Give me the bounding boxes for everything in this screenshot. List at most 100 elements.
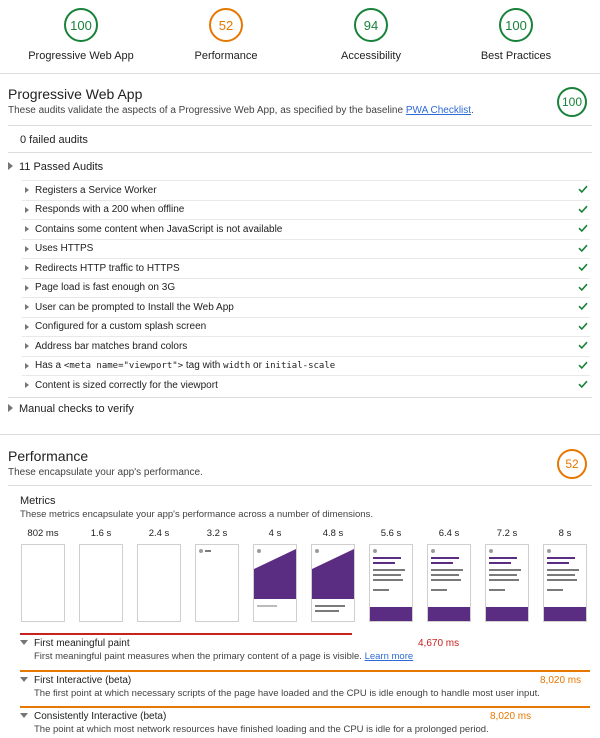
text-placeholder: [205, 550, 211, 552]
frame-timestamp: 6.4 s: [438, 528, 460, 539]
metric-bar: [20, 633, 352, 635]
section-description: These audits validate the aspects of a P…: [8, 105, 592, 116]
pwa-checklist-link[interactable]: PWA Checklist: [406, 105, 471, 116]
score-gauge-best-practices[interactable]: 100 Best Practices: [446, 8, 586, 62]
gauge-circle: 100: [499, 8, 533, 42]
audit-title: User can be prompted to Install the Web …: [35, 301, 234, 313]
audit-row[interactable]: Has a <meta name="viewport"> tag with wi…: [22, 355, 590, 376]
frame-timestamp: 5.6 s: [380, 528, 402, 539]
frame-thumbnail: [79, 544, 123, 622]
frame-thumbnail: [137, 544, 181, 622]
audit-row[interactable]: Address bar matches brand colors: [22, 336, 590, 356]
metric-description: The first point at which necessary scrip…: [34, 688, 540, 699]
pass-check-icon: [578, 205, 588, 213]
metric-name-text: First Interactive (beta): [34, 675, 132, 686]
filmstrip: 802 ms 1.6 s 2.4 s 3.2 s 4 s 4.8 s 5.6 s…: [20, 528, 587, 622]
text-placeholder: [547, 557, 575, 559]
filmstrip-frame: 5.6 s: [368, 528, 414, 622]
audit-row[interactable]: Contains some content when JavaScript is…: [22, 219, 590, 239]
expand-arrow-icon: [25, 265, 29, 272]
manual-checks-toggle[interactable]: Manual checks to verify: [8, 403, 592, 415]
audit-row[interactable]: Registers a Service Worker: [22, 180, 590, 200]
divider: [8, 125, 592, 126]
frame-timestamp: 8 s: [558, 528, 572, 539]
text-placeholder: [373, 569, 405, 571]
collapse-arrow-icon: [20, 640, 28, 645]
text-placeholder: [431, 562, 453, 564]
audit-title: Address bar matches brand colors: [35, 340, 188, 352]
text-placeholder: [373, 562, 395, 564]
text-placeholder: [489, 589, 505, 591]
favicon-placeholder: [547, 549, 551, 553]
metric-first-meaningful-paint[interactable]: First meaningful paint 4,670 ms First me…: [20, 633, 590, 669]
passed-audits-label: 11 Passed Audits: [19, 161, 104, 173]
expand-arrow-icon: [25, 382, 29, 389]
frame-thumbnail: [195, 544, 239, 622]
pass-check-icon: [578, 341, 588, 350]
description-end: .: [471, 105, 474, 116]
text-placeholder: [373, 589, 389, 591]
score-gauge-accessibility[interactable]: 94 Accessibility: [301, 8, 441, 62]
audit-row[interactable]: Responds with a 200 when offline: [22, 199, 590, 220]
performance-score-gauge: 52: [557, 449, 587, 479]
expand-arrow-icon: [25, 304, 29, 311]
expand-arrow-icon: [25, 343, 29, 350]
text-placeholder: [489, 574, 517, 576]
score-gauge-performance[interactable]: 52 Performance: [156, 8, 296, 62]
audit-row[interactable]: Page load is fast enough on 3G: [22, 277, 590, 298]
hero-graphic: [544, 607, 586, 621]
filmstrip-frame: 4.8 s: [310, 528, 356, 622]
audit-text: Has a: [35, 360, 62, 372]
frame-timestamp: 7.2 s: [496, 528, 518, 539]
frame-thumbnail: [21, 544, 65, 622]
expand-arrow-icon: [25, 226, 29, 233]
metric-description: First meaningful paint measures when the…: [34, 651, 413, 662]
hero-graphic: [312, 569, 354, 599]
section-title: Performance: [8, 448, 89, 464]
filmstrip-frame: 6.4 s: [426, 528, 472, 622]
audit-title: Page load is fast enough on 3G: [35, 282, 176, 294]
passed-audits-toggle[interactable]: 11 Passed Audits: [8, 161, 592, 173]
pass-check-icon: [578, 185, 588, 194]
pass-check-icon: [578, 263, 588, 272]
audit-row[interactable]: User can be prompted to Install the Web …: [22, 297, 590, 317]
section-divider: [0, 434, 600, 435]
passed-audits-list: Registers a Service Worker Responds with…: [22, 180, 590, 395]
failed-audits-label: 0 failed audits: [20, 134, 88, 146]
audit-row[interactable]: Redirects HTTP traffic to HTTPS: [22, 258, 590, 278]
metric-value: 8,020 ms: [540, 675, 582, 686]
audit-title: Content is sized correctly for the viewp…: [35, 379, 218, 391]
audit-title: Has a <meta name="viewport"> tag with wi…: [35, 360, 335, 371]
audit-row[interactable]: Uses HTTPS: [22, 238, 590, 259]
performance-section-header: Performance These encapsulate your app's…: [8, 448, 592, 478]
audit-text: or: [253, 360, 262, 372]
metrics-description: These metrics encapsulate your app's per…: [20, 509, 373, 520]
metric-name: Consistently Interactive (beta): [20, 711, 166, 722]
metric-name: First Interactive (beta): [20, 675, 131, 686]
pass-check-icon: [578, 244, 588, 252]
code-snippet: initial-scale: [264, 361, 336, 372]
audit-row[interactable]: Configured for a custom splash screen: [22, 316, 590, 337]
filmstrip-frame: 7.2 s: [484, 528, 530, 622]
metric-first-interactive[interactable]: First Interactive (beta) 8,020 ms The fi…: [20, 670, 590, 706]
learn-more-link[interactable]: Learn more: [365, 651, 414, 662]
text-placeholder: [547, 589, 563, 591]
filmstrip-frame: 4 s: [252, 528, 298, 622]
pass-check-icon: [578, 283, 588, 291]
hero-graphic: [312, 549, 354, 569]
divider: [8, 397, 592, 398]
audit-row[interactable]: Content is sized correctly for the viewp…: [22, 375, 590, 395]
expand-arrow-icon: [25, 362, 29, 369]
frame-thumbnail: [311, 544, 355, 622]
text-placeholder: [431, 557, 459, 559]
audit-title: Uses HTTPS: [35, 243, 94, 255]
favicon-placeholder: [431, 549, 435, 553]
metric-consistently-interactive[interactable]: Consistently Interactive (beta) 8,020 ms…: [20, 706, 590, 738]
filmstrip-frame: 2.4 s: [136, 528, 182, 622]
pwa-score-gauge: 100: [557, 87, 587, 117]
score-gauge-pwa[interactable]: 100 Progressive Web App: [11, 8, 151, 62]
metric-value: 4,670 ms: [418, 638, 460, 649]
metric-description: The point at which most network resource…: [34, 724, 489, 735]
pass-check-icon: [578, 322, 588, 330]
pass-check-icon: [578, 224, 588, 233]
